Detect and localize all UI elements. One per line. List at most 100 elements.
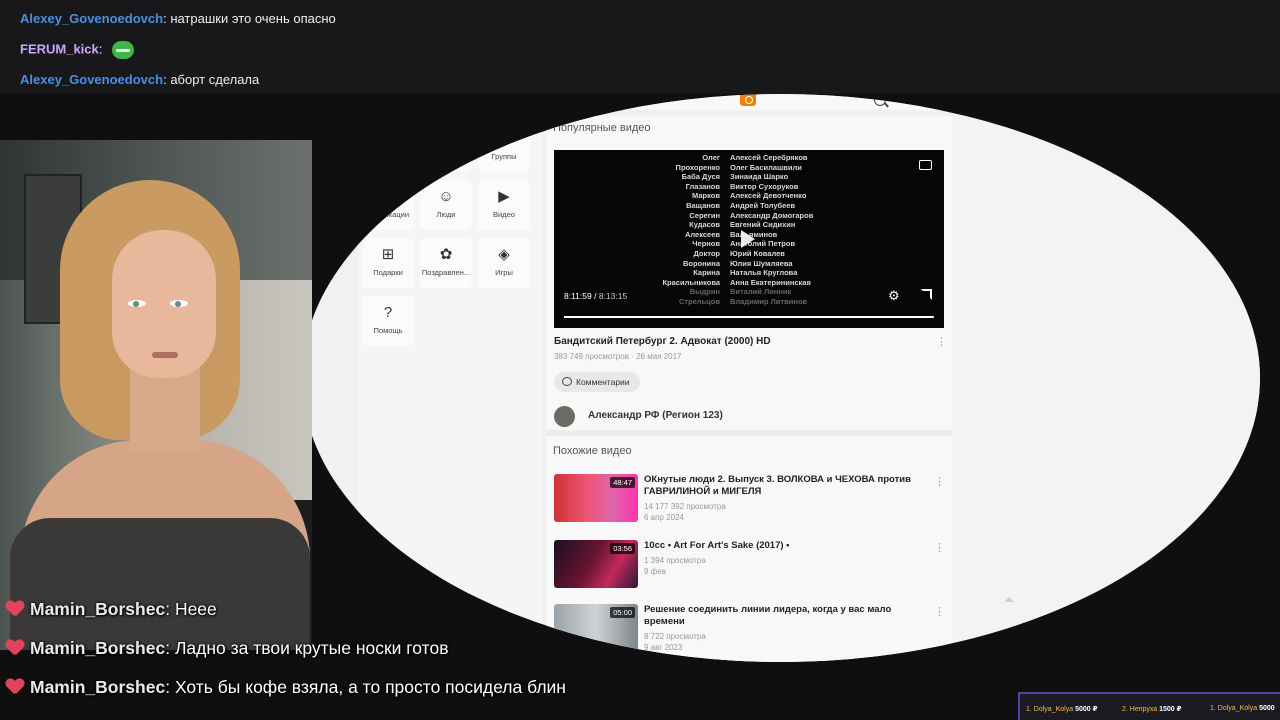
eye: [128, 300, 146, 307]
ok-logo-icon[interactable]: [740, 94, 756, 106]
credit-actor: Юлия Шумляева: [730, 258, 793, 268]
credit-actor: Юрий Ковалев: [730, 248, 785, 258]
credit-actor: Олег Басилашвили: [730, 162, 802, 172]
menu-label: Игры: [495, 268, 513, 277]
avatar[interactable]: [554, 406, 575, 427]
chat-message: Mamin_Borshec: Хоть бы кофе взяла, а то …: [6, 677, 566, 698]
credit-row: Стрельцов Владимир Литвинов: [618, 297, 888, 307]
heart-badge-icon: [6, 640, 24, 656]
credit-actor: Виктор Сухоруков: [730, 181, 799, 191]
credit-role: Доктор: [693, 248, 720, 258]
games-icon: ◈: [498, 246, 510, 263]
more-options-icon[interactable]: ⋮: [936, 337, 947, 348]
comment-bubble-icon: [562, 377, 572, 386]
video-thumbnail[interactable]: 03:56: [554, 540, 638, 588]
credit-row: Прохоренко Олег Басилашвили: [618, 163, 888, 173]
more-options-icon[interactable]: ⋮: [934, 543, 945, 554]
credit-row: Баба Дуся Зинаида Шарко: [618, 172, 888, 182]
settings-gear-icon[interactable]: ⚙: [888, 288, 900, 304]
menu-label: Подарки: [373, 268, 403, 277]
chat-message: Mamin_Borshec: Ладно за твои крутые носк…: [6, 638, 449, 659]
bottom-chat-overlay: Mamin_Borshec: Неее Mamin_Borshec: Ладно…: [0, 596, 700, 706]
progress-bar[interactable]: [564, 316, 934, 318]
eye: [170, 300, 188, 307]
ticker-item: 1. Dolya_Kolya 5000: [1210, 705, 1275, 712]
credit-actor: Владимир Литвинов: [730, 296, 808, 306]
chat-nick[interactable]: Mamin_Borshec: [30, 638, 165, 658]
video-thumbnail[interactable]: 48:47: [554, 474, 638, 522]
credit-row: Доктор Юрий Ковалев: [618, 249, 888, 259]
popular-videos-title: Популярные видео: [553, 122, 651, 134]
play-icon[interactable]: [741, 230, 755, 248]
comments-label: Комментарии: [576, 377, 630, 387]
fullscreen-icon[interactable]: [921, 289, 932, 300]
menu-item-video[interactable]: ▶ Видео: [478, 180, 530, 230]
comments-button[interactable]: Комментарии: [554, 372, 640, 392]
related-video-title[interactable]: 10cc • Art For Art's Sake (2017) •: [644, 540, 924, 552]
related-video-date: 6 апр 2024: [644, 513, 684, 522]
menu-item-home[interactable]: ⌂ Главная: [362, 122, 414, 172]
related-video-date: 9 фев: [644, 567, 666, 576]
credit-row: Серегин Александр Домогаров: [618, 211, 888, 221]
credit-row: Глазанов Виктор Сухоруков: [618, 182, 888, 192]
menu-label: Группы: [491, 152, 517, 161]
related-video-item[interactable]: 03:56 10cc • Art For Art's Sake (2017) •…: [554, 540, 945, 592]
credit-role: Марков: [692, 191, 720, 201]
chat-message: Mamin_Borshec: Неее: [6, 599, 217, 620]
top-chat-panel: Alexey_Govenoedovch: натрашки это очень …: [0, 0, 1280, 94]
chat-separator: :: [163, 11, 167, 26]
channel-name[interactable]: Александр РФ (Регион 123): [588, 410, 723, 421]
menu-item-gifts[interactable]: ⊞ Подарки: [362, 238, 414, 288]
home-icon: ⌂: [383, 130, 393, 147]
menu-item-publications[interactable]: ▤ Публикации: [362, 180, 414, 230]
chat-text: Ладно за твои крутые носки готов: [174, 638, 449, 658]
menu-item-people[interactable]: ☺ Люди: [420, 180, 472, 230]
login-button[interactable]: Войти: [908, 94, 946, 106]
menu-label: Поздравлен...: [421, 268, 471, 277]
mouth: [152, 352, 178, 358]
chat-nick[interactable]: FERUM_kick: [20, 41, 99, 56]
credit-row: Марков Алексей Девотченко: [618, 191, 888, 201]
chat-nick[interactable]: Mamin_Borshec: [30, 599, 165, 619]
credit-row: Олег Алексей Серебряков: [618, 153, 888, 163]
stream-frame: Alexey_Govenoedovch: натрашки это очень …: [0, 0, 1280, 720]
ticker-rank: 1.: [1210, 705, 1216, 712]
donation-ticker: 1. Dolya_Kolya 5000 ₽ 2. Непруха 1500 ₽ …: [1018, 692, 1280, 720]
credit-actor: Евгений Сидихин: [730, 220, 796, 230]
chat-message: FERUM_kick:: [20, 41, 134, 59]
chat-nick[interactable]: Mamin_Borshec: [30, 677, 165, 697]
more-options-icon[interactable]: ⋮: [934, 607, 945, 618]
duration-badge: 03:56: [610, 543, 635, 554]
menu-label: Люди: [436, 210, 456, 219]
chat-text: Неее: [174, 599, 217, 619]
chat-separator: :: [163, 72, 167, 87]
scroll-up-icon[interactable]: [1004, 597, 1014, 602]
chat-message: Alexey_Govenoedovch: аборт сделала: [20, 72, 259, 87]
menu-label: Публикации: [366, 210, 410, 219]
chat-nick[interactable]: Alexey_Govenoedovch: [20, 72, 163, 87]
menu-item-games[interactable]: ◈ Игры: [478, 238, 530, 288]
menu-item-greetings[interactable]: ✿ Поздравлен...: [420, 238, 472, 288]
emote-icon: [112, 41, 134, 59]
webcam-overlay: [0, 140, 312, 650]
credit-actor: Зинаида Шарко: [730, 172, 789, 182]
heart-badge-icon: [6, 601, 24, 617]
credit-actor: Анатолий Петров: [730, 239, 796, 249]
search-icon[interactable]: [874, 94, 886, 106]
main-column: Популярные видео Олег Алексей Серебряков П…: [546, 116, 952, 662]
picture-in-picture-icon[interactable]: [919, 160, 932, 170]
more-options-icon[interactable]: ⋮: [934, 477, 945, 488]
video-title[interactable]: Бандитский Петербург 2. Адвокат (2000) H…: [554, 336, 771, 347]
credit-role: Карина: [693, 268, 720, 278]
menu-item-hobbies[interactable]: ♡ Увлечения: [420, 122, 472, 172]
related-video-title[interactable]: ОКнутые люди 2. Выпуск 3. ВОЛКОВА и ЧЕХО…: [644, 474, 924, 498]
menu-item-help[interactable]: ? Помощь: [362, 296, 414, 346]
chat-nick[interactable]: Alexey_Govenoedovch: [20, 11, 163, 26]
related-video-item[interactable]: 48:47 ОКнутые люди 2. Выпуск 3. ВОЛКОВА …: [554, 474, 945, 526]
menu-item-groups[interactable]: ⚇ Группы: [478, 122, 530, 172]
credit-row: Выдрин Виталий Линник: [618, 287, 888, 297]
left-menu: ⌂ Главная ♡ Увлечения ⚇ Группы ▤ Публика…: [358, 116, 542, 662]
video-player[interactable]: Олег Алексей Серебряков Прохоренко Олег Бас…: [554, 150, 944, 328]
chat-separator: :: [165, 638, 171, 658]
related-videos-title: Похожие видео: [553, 445, 632, 457]
